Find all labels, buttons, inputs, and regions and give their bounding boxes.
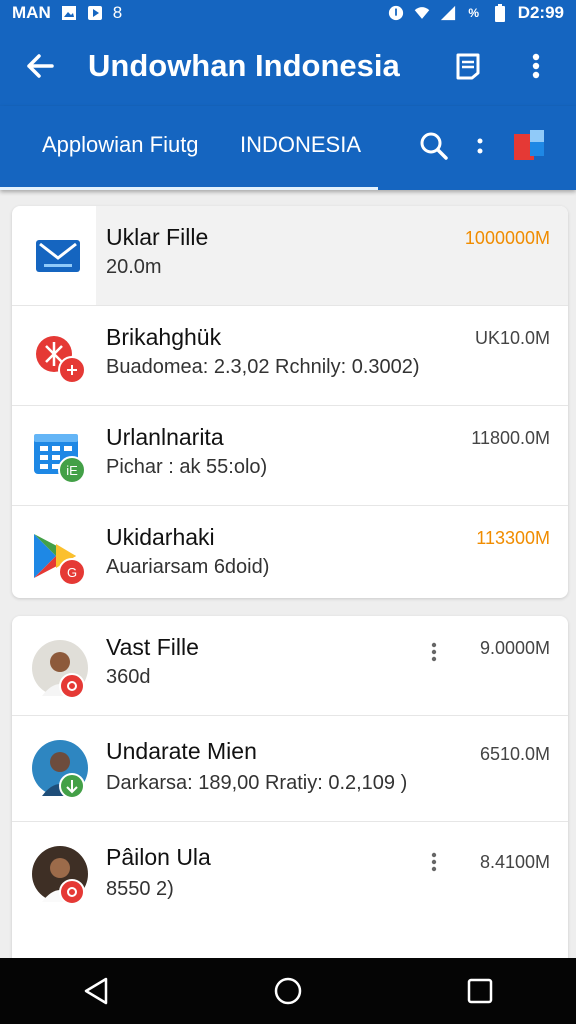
tab-bar: Applowian Fiutg INDONESIA (0, 106, 576, 190)
nav-recents-button[interactable] (452, 963, 508, 1019)
search-button[interactable] (414, 126, 454, 166)
app-red-icon (32, 330, 86, 384)
overflow-menu-button[interactable] (512, 42, 560, 90)
play-store-icon: G (32, 530, 86, 586)
tab-overflow-button[interactable] (466, 126, 494, 166)
item-subtitle: 8550 2) (106, 878, 174, 900)
status-extra: 8 (112, 3, 123, 22)
battery-percent-icon: % (468, 6, 480, 20)
item-title: Vast Fille (106, 634, 199, 660)
home-circle-icon (274, 977, 302, 1005)
app-shortcut-button[interactable] (512, 128, 546, 162)
list-item[interactable]: iE Urlanlnarita Pichar : ak 55:olo) 1180… (12, 406, 568, 506)
list-item[interactable]: Pâilon Ula 8550 2) 8.4100M (12, 822, 568, 928)
svg-text:G: G (67, 565, 77, 580)
arrow-left-icon (27, 54, 54, 78)
more-vert-icon (477, 138, 483, 154)
image-notification-icon (61, 5, 77, 21)
nav-back-button[interactable] (68, 963, 124, 1019)
item-size: 11800.0M (471, 428, 550, 448)
app-shortcut-icon (514, 130, 544, 160)
item-title: Pâilon Ula (106, 844, 211, 870)
list-item[interactable]: Undarate Mien Darkarsa: 189,00 Rratiy: 0… (12, 716, 568, 822)
tab-applowian[interactable]: Applowian Fiutg (42, 132, 199, 158)
item-title: Undarate Mien (106, 738, 257, 764)
tab-indicator (0, 187, 378, 190)
item-size: 8.4100M (479, 852, 550, 872)
navigation-bar (0, 958, 576, 1024)
status-bar: MAN 8 % D2:99 (0, 0, 576, 26)
item-size: UK10.0M (474, 328, 550, 348)
avatar (32, 640, 88, 699)
item-subtitle: 360d (106, 666, 151, 688)
contact-list-card: Vast Fille 360d 9.0000M Undarate Mien Da… (12, 616, 568, 968)
data-saver-icon (388, 5, 404, 21)
avatar (32, 846, 88, 905)
app-list-card-top: Uklar Fille 20.0m 1000000M Brikahghük Bu… (12, 206, 568, 598)
clock: D2:99 (517, 3, 564, 22)
more-vert-icon (532, 53, 540, 79)
list-item[interactable]: Uklar Fille 20.0m 1000000M (12, 206, 568, 306)
tab-indonesia[interactable]: INDONESIA (240, 132, 361, 158)
wifi-icon (414, 5, 430, 21)
notes-button[interactable] (444, 42, 492, 90)
page-title: Undowhan Indonesia (88, 48, 400, 83)
more-vert-icon (431, 642, 437, 662)
item-subtitle: Darkarsa: 189,00 Rratiy: 0.2,109 ) (106, 772, 408, 794)
list-item[interactable]: Vast Fille 360d 9.0000M (12, 616, 568, 716)
avatar (32, 740, 88, 799)
app-bar: Undowhan Indonesia (0, 26, 576, 106)
nav-home-button[interactable] (260, 963, 316, 1019)
item-menu-button[interactable] (428, 640, 440, 664)
more-vert-icon (431, 852, 437, 872)
item-title: Uklar Fille (106, 224, 209, 250)
note-icon (456, 53, 480, 80)
search-icon (420, 132, 448, 160)
list-item[interactable]: G Ukidarhaki Auariarsam 6doid) 113300M (12, 506, 568, 598)
svg-text:iE: iE (66, 463, 78, 478)
item-size: 113300M (476, 528, 550, 548)
recents-square-icon (467, 978, 493, 1004)
carrier-label: MAN (12, 3, 51, 22)
envelope-icon (32, 230, 84, 282)
item-size: 1000000M (464, 228, 550, 248)
back-triangle-icon (84, 977, 108, 1005)
item-size: 9.0000M (479, 638, 550, 658)
item-size: 6510.0M (479, 744, 550, 764)
calculator-icon: iE (32, 430, 86, 484)
list-item[interactable]: Brikahghük Buadomea: 2.3,02 Rchnily: 0.3… (12, 306, 568, 406)
play-notification-icon (87, 5, 103, 21)
item-title: Ukidarhaki (106, 524, 215, 550)
item-title: Urlanlnarita (106, 424, 224, 450)
signal-icon (440, 5, 456, 21)
item-title: Brikahghük (106, 324, 222, 350)
back-button[interactable] (16, 42, 64, 90)
item-menu-button[interactable] (428, 850, 440, 874)
battery-icon (492, 4, 508, 22)
item-subtitle: 20.0m (106, 256, 162, 278)
item-subtitle: Pichar : ak 55:olo) (106, 456, 268, 478)
item-subtitle: Auariarsam 6doid) (106, 556, 270, 578)
item-subtitle: Buadomea: 2.3,02 Rchnily: 0.3002) (106, 356, 420, 378)
